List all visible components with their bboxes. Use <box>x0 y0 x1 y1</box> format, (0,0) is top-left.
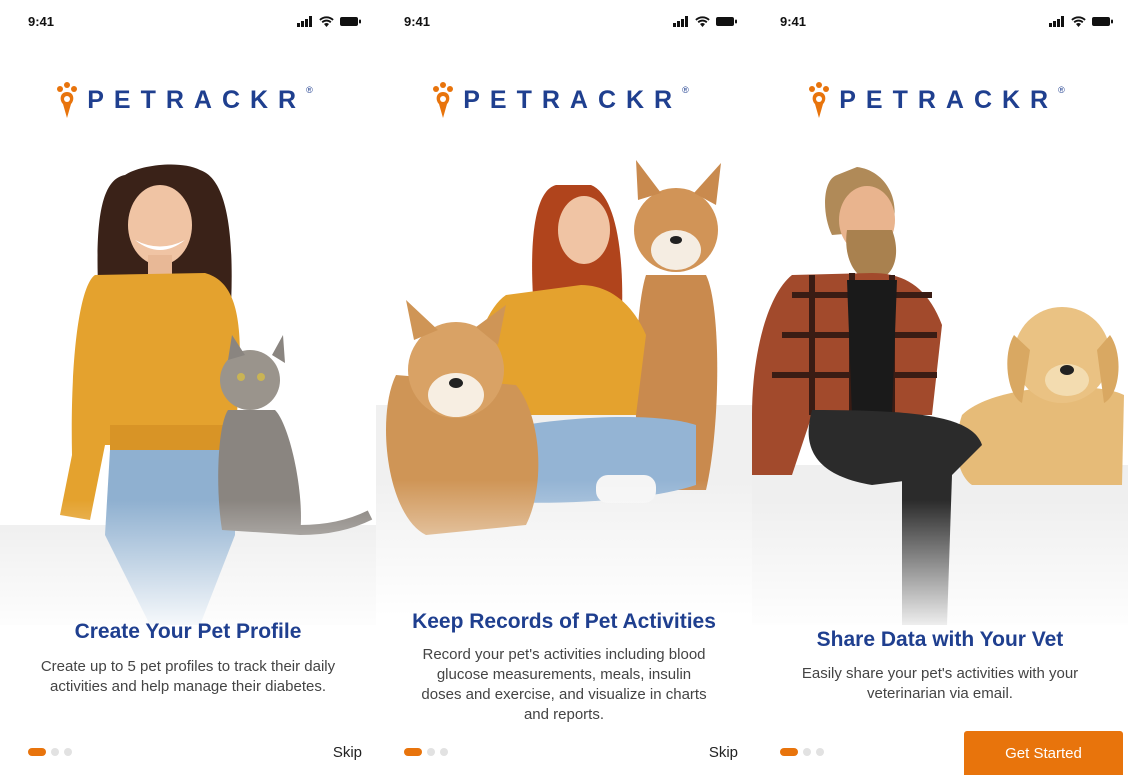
battery-icon <box>716 16 737 26</box>
wifi-icon <box>695 15 710 27</box>
paw-pin-icon <box>433 82 454 118</box>
brand-logo: PETRACKR ® <box>752 80 1128 120</box>
screen-description: Create up to 5 pet profiles to track the… <box>40 658 336 695</box>
registered-mark: ® <box>306 85 313 95</box>
wifi-icon <box>1071 15 1086 27</box>
screen-description: Record your pet's activities including b… <box>421 646 707 723</box>
paw-pin-icon <box>57 82 78 118</box>
brand-name: PETRACKR <box>839 85 1059 114</box>
page-dot-active <box>404 748 422 756</box>
onboarding-screen-share: 9:41 PETRACKR ® Share Data with Your Vet… <box>752 0 1128 775</box>
status-icons <box>297 15 362 27</box>
page-dot <box>803 748 811 756</box>
brand-logo: PETRACKR ® <box>0 80 376 120</box>
signal-icon <box>297 15 312 27</box>
screen-title: Share Data with Your Vet <box>816 628 1064 651</box>
registered-mark: ® <box>1058 85 1065 95</box>
signal-icon <box>1049 15 1064 27</box>
page-indicator <box>780 748 824 756</box>
status-bar: 9:41 <box>404 12 738 30</box>
brand-logo: PETRACKR ® <box>376 80 752 120</box>
page-dot-active <box>28 748 46 756</box>
battery-icon <box>1092 16 1113 26</box>
page-indicator <box>404 748 448 756</box>
status-bar: 9:41 <box>780 12 1114 30</box>
battery-icon <box>340 16 361 26</box>
screen-description: Easily share your pet's activities with … <box>801 665 1079 702</box>
onboarding-screen-records: 9:41 PETRACKR ® Keep Records of Pet Acti… <box>376 0 752 775</box>
status-time: 9:41 <box>780 13 807 29</box>
signal-icon <box>673 15 688 27</box>
status-icons <box>1049 15 1114 27</box>
skip-button[interactable]: Skip <box>333 744 362 761</box>
screen-title: Create Your Pet Profile <box>74 620 302 643</box>
page-dot <box>64 748 72 756</box>
registered-mark: ® <box>682 85 689 95</box>
paw-pin-icon <box>809 82 830 118</box>
get-started-button[interactable]: Get Started <box>964 731 1123 775</box>
status-icons <box>673 15 738 27</box>
page-dot-active <box>780 748 798 756</box>
brand-name: PETRACKR <box>87 85 307 114</box>
screen-title: Keep Records of Pet Activities <box>412 610 716 633</box>
status-time: 9:41 <box>28 13 55 29</box>
page-dot <box>427 748 435 756</box>
brand-name: PETRACKR <box>463 85 683 114</box>
page-indicator <box>28 748 72 756</box>
page-dot <box>440 748 448 756</box>
status-bar: 9:41 <box>28 12 362 30</box>
status-time: 9:41 <box>404 13 431 29</box>
wifi-icon <box>319 15 334 27</box>
page-dot <box>816 748 824 756</box>
page-dot <box>51 748 59 756</box>
skip-button[interactable]: Skip <box>709 744 738 761</box>
onboarding-screen-profile: 9:41 PETRACKR ® Create Your Pet Profile … <box>0 0 376 775</box>
